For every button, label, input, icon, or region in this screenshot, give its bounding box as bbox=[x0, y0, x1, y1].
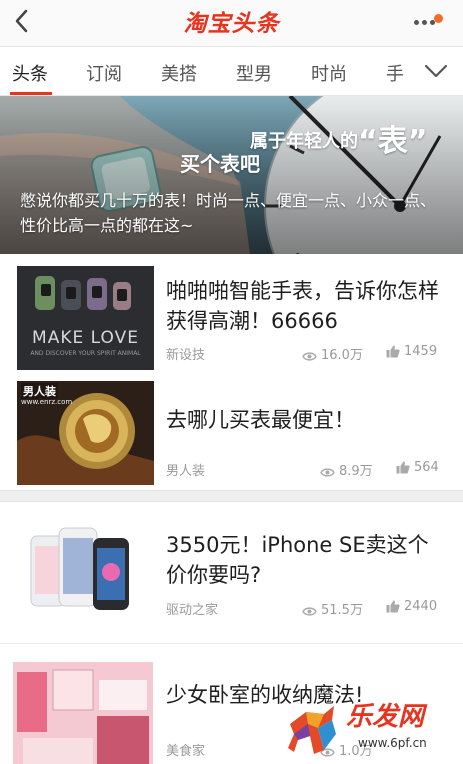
tab-fashion[interactable]: 时尚 bbox=[311, 60, 347, 86]
article-thumbnail: 男人装 www.enrz.com bbox=[17, 381, 154, 485]
article-meta: 驱动之家 51.5万 2440 bbox=[166, 599, 441, 618]
tab-menswear[interactable]: 型男 bbox=[236, 60, 272, 86]
list-item[interactable]: 3550元！iPhone SE卖这个价你要吗? 驱动之家 51.5万 2440 bbox=[0, 502, 463, 642]
thumb-caption: MAKE LOVE bbox=[32, 328, 139, 348]
tab-subscribe[interactable]: 订阅 bbox=[86, 60, 122, 86]
list-item[interactable]: 男人装 www.enrz.com 去哪儿买表最便宜！ 男人装 8.9万 564 bbox=[0, 375, 463, 489]
article-source: 男人装 bbox=[166, 464, 206, 479]
top-bar: 淘宝头条 bbox=[0, 0, 463, 46]
pink-bedroom-image bbox=[13, 662, 153, 764]
article-meta: 男人装 8.9万 564 bbox=[166, 460, 441, 479]
tab-headlines[interactable]: 头条 bbox=[12, 60, 48, 86]
notification-dot bbox=[434, 14, 443, 23]
eye-icon bbox=[302, 607, 317, 616]
more-dots-icon[interactable] bbox=[412, 14, 446, 30]
eye-icon bbox=[302, 352, 317, 361]
likes-count: 2440 bbox=[386, 599, 437, 614]
list-item[interactable]: MAKE LOVE AND DISCOVER YOUR SPIRIT ANIMA… bbox=[0, 254, 463, 375]
likes-count: 1459 bbox=[386, 344, 437, 359]
thumbs-up-icon bbox=[386, 600, 400, 613]
views-count: 51.5万 bbox=[302, 599, 363, 618]
thumb-subcaption: www.enrz.com bbox=[21, 398, 73, 406]
article-thumbnail bbox=[17, 516, 154, 620]
thumb-caption: 男人装 bbox=[21, 383, 58, 399]
article-title[interactable]: 去哪儿买表最便宜！ bbox=[166, 405, 445, 435]
hero-banner[interactable]: 属于年轻人的“表” 买个表吧 憋说你都买几十万的表！时尚一点、便宜一点、小众一点… bbox=[0, 96, 463, 254]
views-count: 8.9万 bbox=[320, 460, 373, 479]
article-thumbnail bbox=[13, 662, 153, 764]
chevron-down-icon[interactable] bbox=[423, 59, 449, 83]
thumbs-up-icon bbox=[396, 461, 410, 474]
article-source: 驱动之家 bbox=[166, 603, 219, 618]
app-logo: 淘宝头条 bbox=[183, 10, 280, 37]
article-source: 新设技 bbox=[166, 348, 206, 363]
section-divider bbox=[0, 490, 463, 502]
thumb-subcaption: AND DISCOVER YOUR SPIRIT ANIMAL bbox=[30, 350, 141, 357]
hero-headline: 属于年轻人的“表” bbox=[250, 124, 428, 159]
article-source: 美食家 bbox=[166, 744, 206, 759]
tab-outfits[interactable]: 美搭 bbox=[161, 60, 197, 86]
thumbs-up-icon bbox=[386, 345, 400, 358]
watermark-url: www.6pf.cn bbox=[358, 736, 427, 750]
channel-tabs: 头条 订阅 美搭 型男 时尚 手 bbox=[0, 46, 463, 96]
active-tab-indicator bbox=[10, 92, 52, 95]
eye-icon bbox=[320, 468, 335, 477]
article-meta: 新设技 16.0万 1459 bbox=[166, 344, 441, 363]
article-title[interactable]: 啪啪啪智能手表，告诉你怎样获得高潮！66666 bbox=[166, 276, 445, 336]
hero-subline: 买个表吧 bbox=[180, 152, 260, 176]
likes-count: 564 bbox=[396, 460, 439, 475]
hero-description: 憋说你都买几十万的表！时尚一点、便宜一点、小众一点、性价比高一点的都在这~ bbox=[20, 191, 437, 235]
article-thumbnail: MAKE LOVE AND DISCOVER YOUR SPIRIT ANIMA… bbox=[17, 266, 154, 370]
iphone-image bbox=[30, 527, 129, 610]
watermark-text: 乐发网 bbox=[346, 702, 425, 732]
views-count: 16.0万 bbox=[302, 344, 363, 363]
site-watermark: 乐发网 www.6pf.cn bbox=[284, 694, 460, 762]
article-title[interactable]: 3550元！iPhone SE卖这个价你要吗? bbox=[166, 530, 445, 590]
